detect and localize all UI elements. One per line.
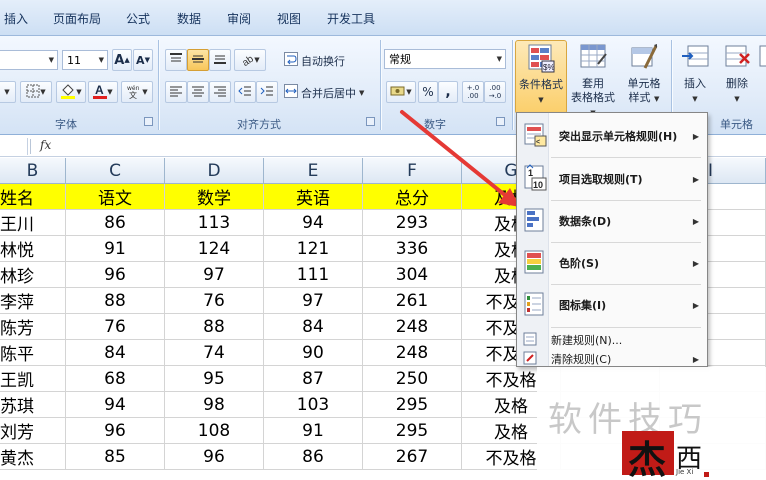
- clear-rules-icon: [522, 350, 538, 369]
- menu-item-label: 项目选取规则(T): [559, 173, 643, 186]
- menu-separator: [551, 327, 701, 328]
- menu-item-color-scales[interactable]: 色阶(S) ▶: [517, 246, 707, 280]
- menu-item-label: 清除规则(C): [551, 353, 612, 366]
- watermark-logo-char: 杰: [628, 438, 667, 480]
- watermark-dot: [704, 472, 709, 477]
- top-bottom-rules-icon: 1 10: [522, 163, 548, 195]
- svg-text:10: 10: [533, 180, 543, 190]
- menu-item-top-bottom-rules[interactable]: 1 10 项目选取规则(T) ▶: [517, 161, 707, 197]
- color-scales-icon: [522, 249, 548, 278]
- menu-item-new-rule[interactable]: 新建规则(N)...: [517, 331, 707, 349]
- svg-text:<: <: [536, 139, 540, 146]
- menu-separator: [551, 157, 701, 158]
- submenu-arrow-icon: ▶: [692, 354, 699, 364]
- data-bars-icon: [522, 207, 548, 236]
- submenu-arrow-icon: ▶: [692, 131, 699, 141]
- menu-item-label: 色阶(S): [559, 257, 599, 270]
- menu-item-icon-sets[interactable]: 图标集(I) ▶: [517, 288, 707, 322]
- menu-item-highlight-rules[interactable]: < 突出显示单元格规则(H) ▶: [517, 119, 707, 153]
- menu-item-label: 新建规则(N)...: [551, 334, 623, 347]
- submenu-arrow-icon: ▶: [692, 300, 699, 310]
- watermark-logo-sub: Jie Xi: [676, 468, 694, 476]
- submenu-arrow-icon: ▶: [692, 216, 699, 226]
- menu-separator: [551, 200, 701, 201]
- menu-separator: [551, 242, 701, 243]
- new-rule-icon: [522, 331, 538, 350]
- menu-item-label: 图标集(I): [559, 299, 607, 312]
- icon-sets-icon: [522, 291, 548, 320]
- conditional-format-menu: < 突出显示单元格规则(H) ▶ 1 10 项目选取规则(T) ▶ 数据条(D) …: [516, 112, 708, 367]
- menu-item-data-bars[interactable]: 数据条(D) ▶: [517, 204, 707, 238]
- svg-text:1: 1: [528, 168, 533, 178]
- menu-item-label: 突出显示单元格规则(H): [559, 130, 678, 143]
- menu-separator: [551, 284, 701, 285]
- highlight-rules-icon: <: [522, 122, 548, 151]
- menu-item-label: 数据条(D): [559, 215, 612, 228]
- submenu-arrow-icon: ▶: [692, 258, 699, 268]
- menu-item-clear-rules[interactable]: 清除规则(C) ▶: [517, 350, 707, 368]
- submenu-arrow-icon: ▶: [692, 174, 699, 184]
